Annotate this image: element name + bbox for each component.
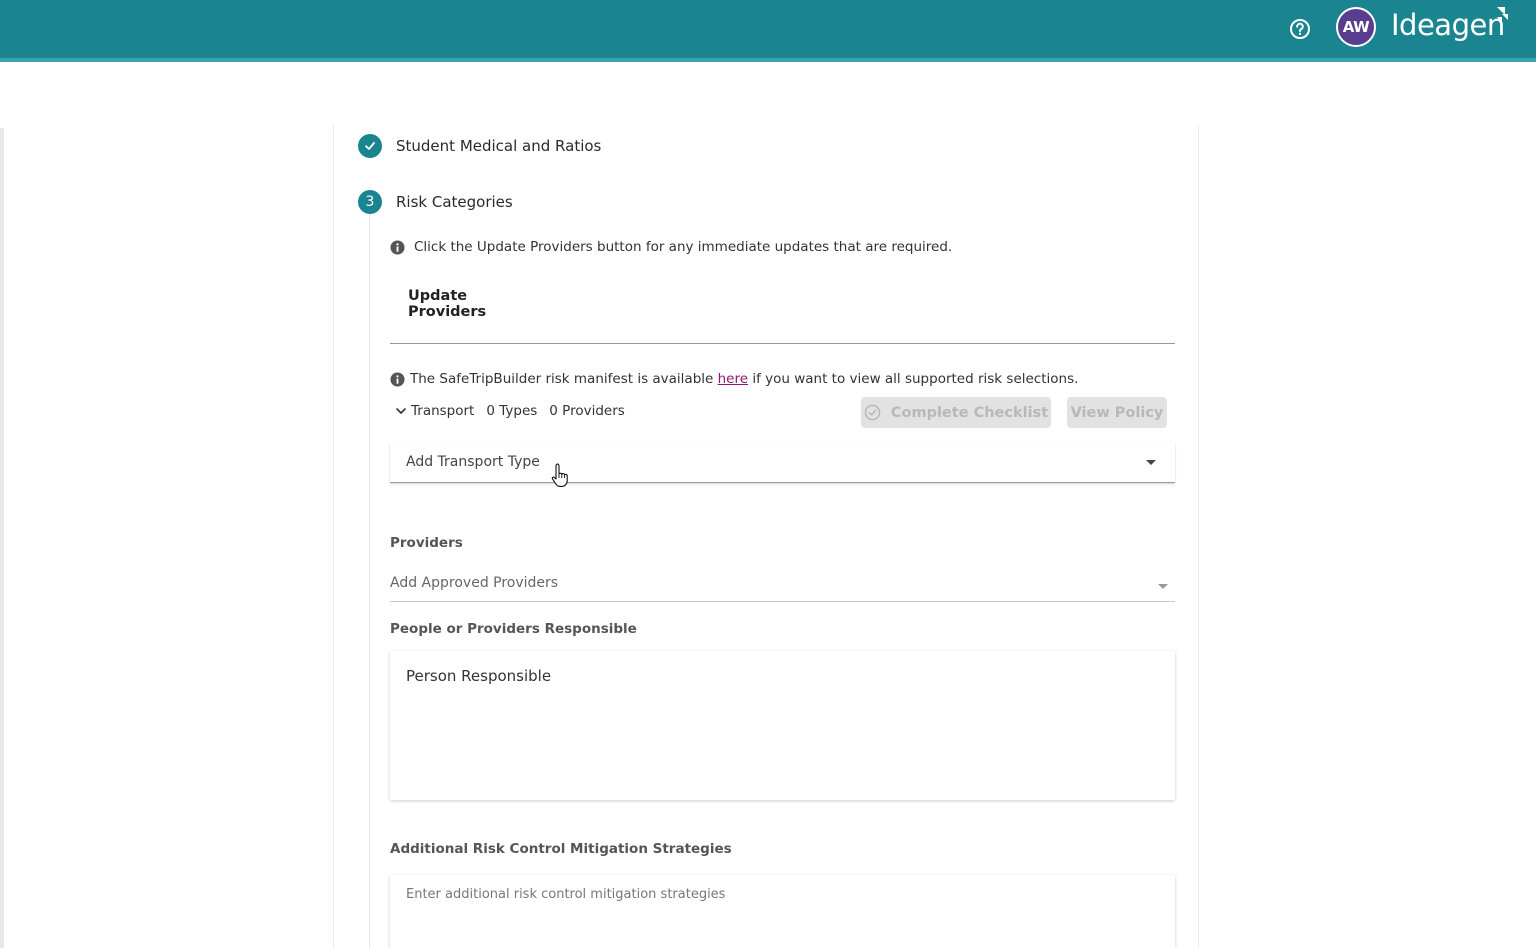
- responsible-textarea[interactable]: Person Responsible: [390, 651, 1175, 800]
- info-icon: [390, 240, 405, 255]
- manifest-info-text: The SafeTripBuilder risk manifest is ava…: [410, 371, 1078, 387]
- step-number-indicator: 3: [358, 190, 382, 214]
- dropdown-caret-icon[interactable]: [1158, 584, 1168, 589]
- providers-label: Providers: [390, 535, 463, 551]
- stepper-connector: [369, 214, 370, 948]
- step-label-risk-categories[interactable]: Risk Categories: [396, 193, 513, 211]
- left-panel-edge: [0, 128, 4, 948]
- responsible-label: People or Providers Responsible: [390, 621, 637, 637]
- add-transport-type-select[interactable]: Add Transport Type: [390, 442, 1175, 483]
- chevron-down-icon[interactable]: [395, 405, 407, 417]
- view-policy-label: View Policy: [1070, 404, 1164, 421]
- approved-providers-placeholder: Add Approved Providers: [390, 575, 559, 591]
- responsible-value: Person Responsible: [406, 667, 552, 685]
- manifest-prefix: The SafeTripBuilder risk manifest is ava…: [410, 371, 718, 387]
- mitigation-textarea[interactable]: Enter additional risk control mitigation…: [390, 875, 1175, 948]
- manifest-suffix: if you want to view all supported risk s…: [748, 371, 1079, 387]
- top-bar-accent-line: [0, 58, 1536, 62]
- approved-providers-select[interactable]: Add Approved Providers: [390, 570, 1175, 602]
- view-policy-button[interactable]: View Policy: [1067, 397, 1167, 428]
- complete-checklist-button[interactable]: Complete Checklist: [861, 397, 1051, 428]
- update-providers-button[interactable]: Update Providers: [390, 288, 550, 320]
- step-label-student-medical[interactable]: Student Medical and Ratios: [396, 137, 601, 155]
- brand-logo-text: Ideagen: [1391, 8, 1505, 42]
- brand-mark-icon: [1497, 7, 1508, 22]
- transport-providers-count: 0 Providers: [549, 403, 625, 419]
- transport-types-count: 0 Types: [486, 403, 538, 419]
- transport-label: Transport: [411, 403, 475, 419]
- info-icon: [390, 372, 405, 387]
- complete-checklist-label: Complete Checklist: [890, 404, 1049, 421]
- hand-pointer-cursor-icon: [551, 463, 568, 487]
- update-info-text: Click the Update Providers button for an…: [414, 239, 953, 255]
- step-complete-indicator: [358, 134, 382, 158]
- check-circle-icon: [864, 404, 881, 421]
- section-divider: [390, 343, 1175, 344]
- mitigation-placeholder: Enter additional risk control mitigation…: [406, 887, 726, 902]
- check-icon: [365, 142, 375, 150]
- help-circle-icon[interactable]: [1289, 18, 1311, 40]
- mitigation-label: Additional Risk Control Mitigation Strat…: [390, 841, 732, 857]
- add-transport-type-placeholder: Add Transport Type: [406, 454, 540, 470]
- dropdown-caret-icon[interactable]: [1146, 460, 1156, 465]
- transport-section-header[interactable]: Transport 0 Types 0 Providers: [395, 403, 637, 419]
- manifest-link[interactable]: here: [718, 371, 748, 387]
- user-avatar[interactable]: AW: [1336, 7, 1376, 47]
